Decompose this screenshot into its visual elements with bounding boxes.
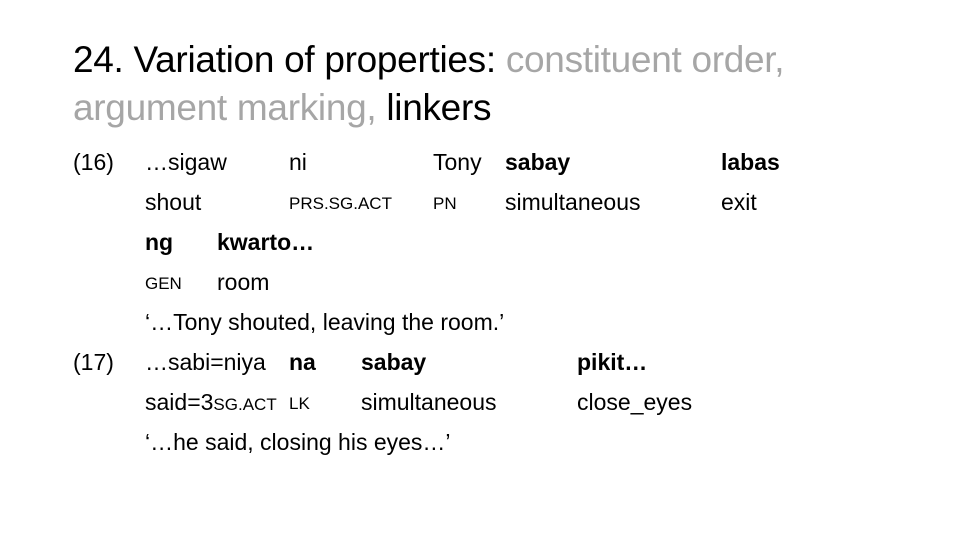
word-form: …sigaw xyxy=(145,149,227,175)
title-muted-1: constituent order, xyxy=(505,39,785,80)
gloss-smallcaps: SG.ACT xyxy=(213,395,277,414)
word-form: Tony xyxy=(433,149,482,175)
word-form: sabay xyxy=(505,149,571,175)
word-form: pikit… xyxy=(577,349,648,375)
word-gloss: close_eyes xyxy=(577,389,693,415)
word-form: …sabi=niya xyxy=(145,349,266,375)
word-gloss: PN xyxy=(433,194,457,213)
word-gloss: GEN xyxy=(145,274,182,293)
translation: ‘…he said, closing his eyes…’ xyxy=(145,429,451,455)
word-gloss: simultaneous xyxy=(361,389,497,415)
word-form: sabay xyxy=(361,349,427,375)
word-gloss: room xyxy=(217,269,270,295)
word-gloss: exit xyxy=(721,189,757,215)
word-form: ni xyxy=(289,149,307,175)
word-form: labas xyxy=(721,149,780,175)
translation: ‘…Tony shouted, leaving the room.’ xyxy=(145,309,505,335)
example-number: (16) xyxy=(73,149,114,175)
word-form: ng xyxy=(145,229,174,255)
word-gloss: said=3SG.ACT xyxy=(145,388,277,419)
word-form: kwarto… xyxy=(217,229,315,255)
title-muted-2: argument marking, xyxy=(73,87,387,128)
word-gloss: PRS.SG.ACT xyxy=(289,194,392,213)
word-gloss: LK xyxy=(289,394,310,413)
gloss-text: said=3 xyxy=(145,389,214,415)
slide-title: 24. Variation of properties: constituent… xyxy=(73,36,933,132)
example-number: (17) xyxy=(73,349,114,375)
word-gloss: simultaneous xyxy=(505,189,641,215)
word-gloss: shout xyxy=(145,189,202,215)
word-form: na xyxy=(289,349,316,375)
title-main: 24. Variation of properties: xyxy=(73,39,506,80)
title-highlight: linkers xyxy=(386,87,492,128)
